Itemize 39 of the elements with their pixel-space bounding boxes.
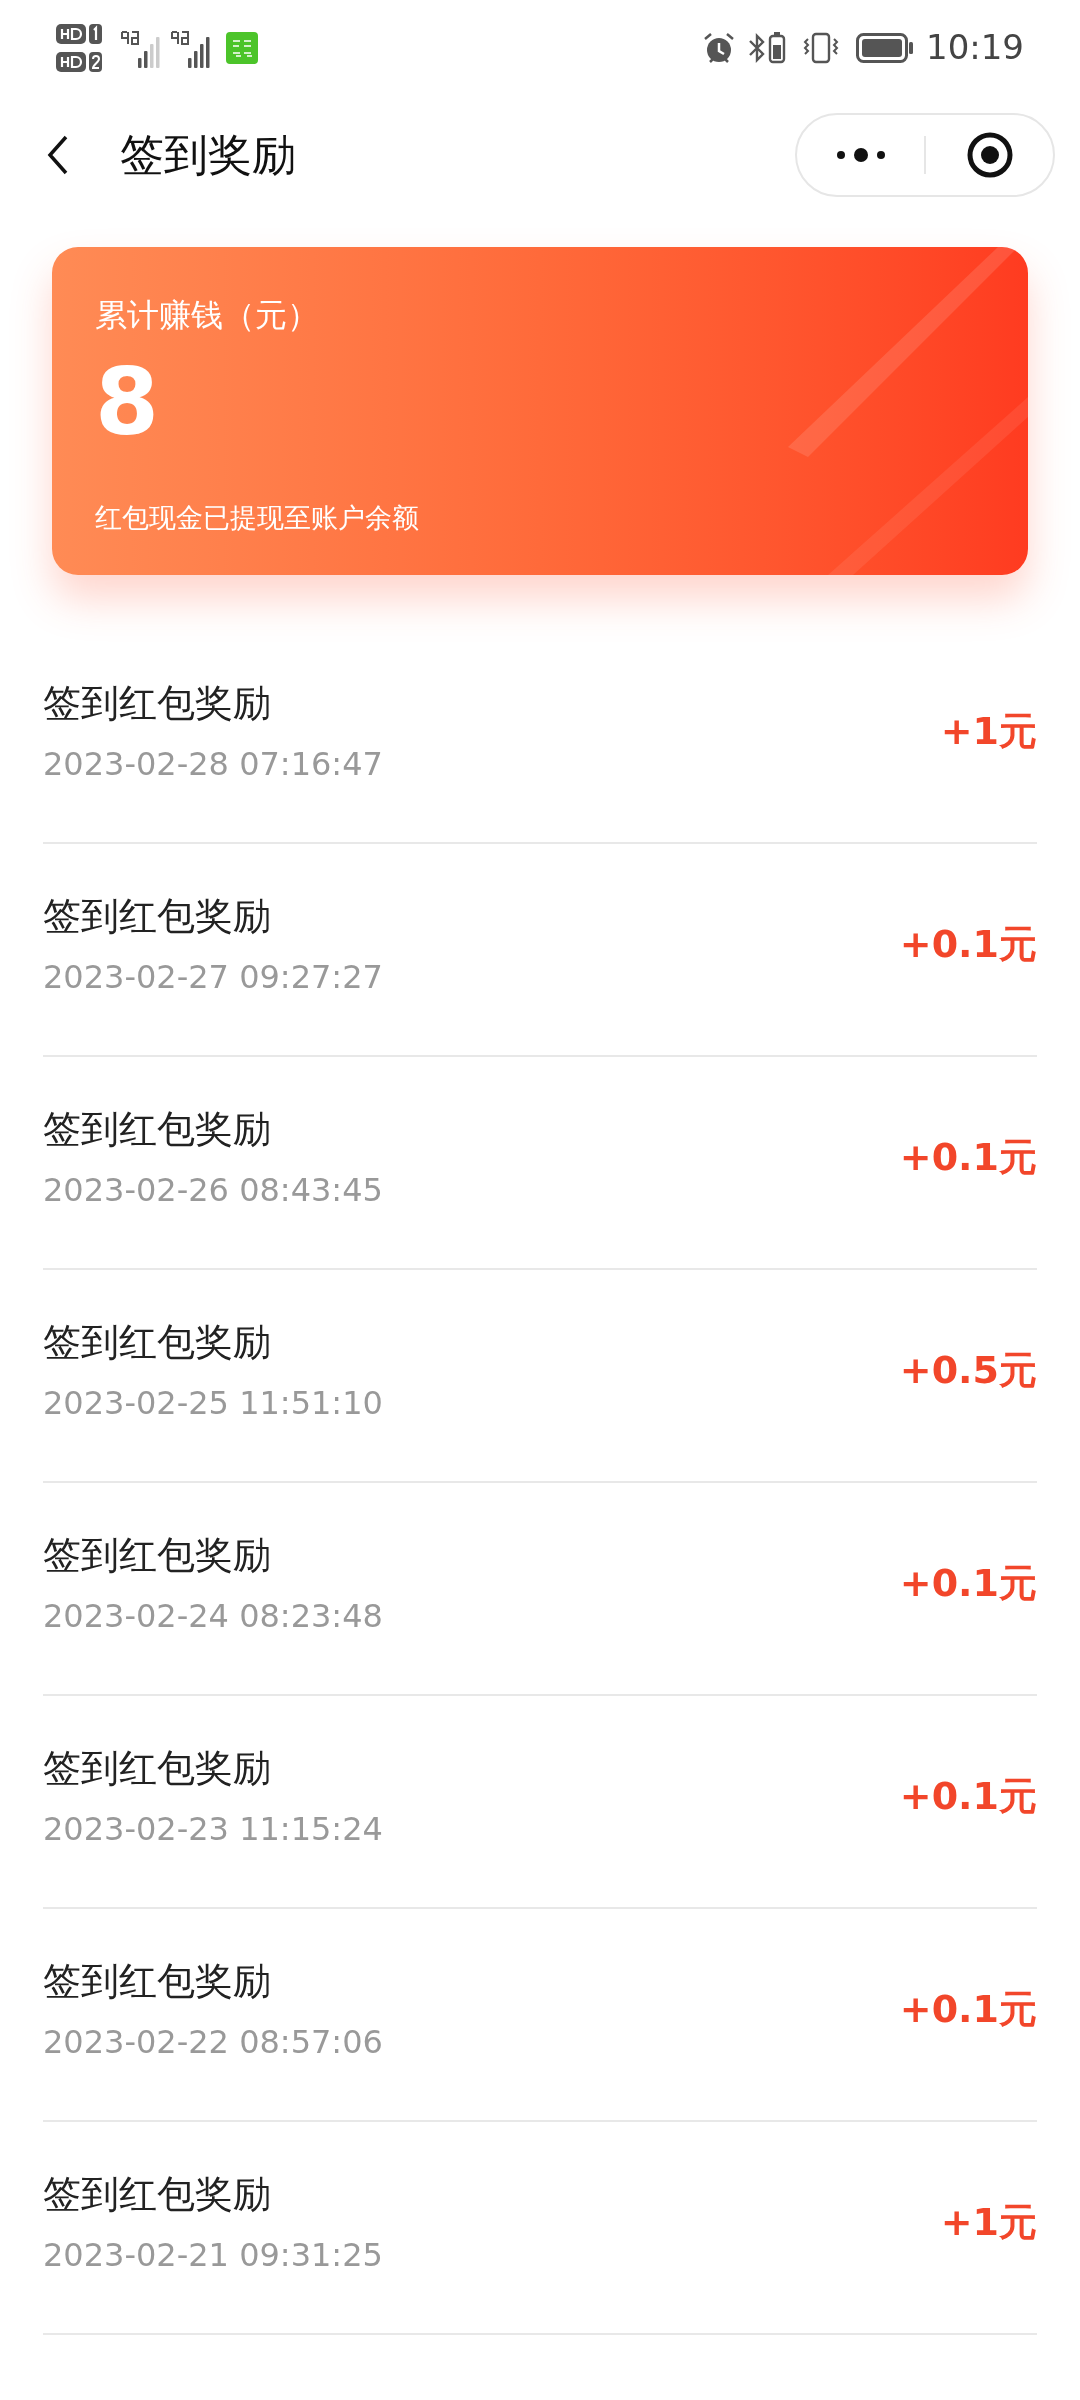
- record-title: 签到红包奖励: [43, 680, 272, 727]
- record-title: 签到红包奖励: [43, 1958, 272, 2005]
- record-amount: +0.1元: [899, 1134, 1037, 1181]
- record-title: 签到红包奖励: [43, 1319, 272, 1366]
- record-title: 签到红包奖励: [43, 2171, 272, 2218]
- page-title: 签到奖励: [120, 128, 296, 182]
- record-time: 2023-02-21 09:31:25: [43, 2235, 384, 2275]
- back-icon: [46, 134, 70, 176]
- record-amount: +0.1元: [899, 921, 1037, 968]
- vibrate-icon: [802, 30, 840, 65]
- record-amount: +0.1元: [899, 1560, 1037, 1607]
- status-time: 10:19: [926, 26, 1024, 69]
- record-time: 2023-02-23 11:15:24: [43, 1809, 384, 1849]
- sim-icon: [56, 50, 102, 73]
- record-time: 2023-02-27 09:27:27: [43, 957, 384, 997]
- summary-amount: 8: [95, 353, 160, 453]
- summary-label: 累计赚钱（元）: [95, 295, 320, 335]
- sim-icon: [56, 22, 102, 45]
- close-icon: [965, 131, 1014, 179]
- record-amount: +0.5元: [899, 1347, 1037, 1394]
- battery-icon: [856, 32, 914, 63]
- record-time: 2023-02-24 08:23:48: [43, 1596, 384, 1636]
- record-amount: +0.1元: [899, 1986, 1037, 2033]
- record-title: 签到红包奖励: [43, 1106, 272, 1153]
- battery-small-icon: [768, 30, 786, 65]
- record-time: 2023-02-26 08:43:45: [43, 1170, 384, 1210]
- more-icon: [835, 147, 886, 163]
- record-amount: +1元: [940, 708, 1037, 755]
- record-time: 2023-02-25 11:51:10: [43, 1383, 384, 1423]
- record-time: 2023-02-22 08:57:06: [43, 2022, 384, 2062]
- record-title: 签到红包奖励: [43, 1745, 272, 1792]
- record-title: 签到红包奖励: [43, 893, 272, 940]
- app-notification-icon: [226, 31, 258, 64]
- record-title: 签到红包奖励: [43, 1532, 272, 1579]
- summary-note: 红包现金已提现至账户余额: [95, 501, 420, 535]
- record-amount: +0.1元: [899, 1773, 1037, 1820]
- record-time: 2023-02-28 07:16:47: [43, 744, 384, 784]
- alarm-icon: [702, 30, 736, 65]
- record-amount: +1元: [940, 2199, 1037, 2246]
